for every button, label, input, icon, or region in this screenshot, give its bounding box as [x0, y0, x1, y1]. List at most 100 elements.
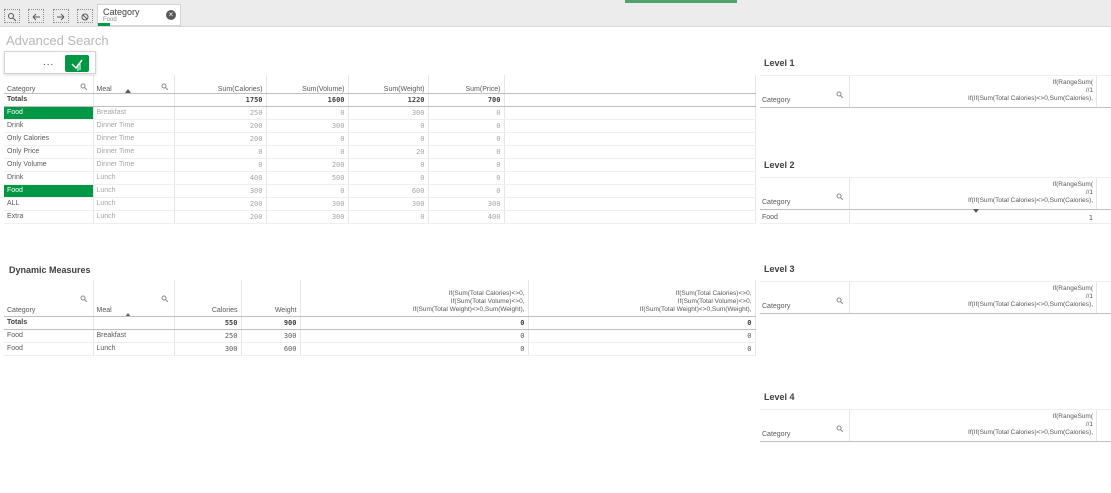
meal-cell[interactable]: Lunch — [93, 171, 175, 185]
column-divider — [849, 76, 850, 107]
value-cell: 600 — [241, 342, 301, 356]
category-cell[interactable]: Food — [4, 342, 94, 356]
table-row[interactable]: Only Volume Dinner Time 0 200 0 0 — [4, 158, 756, 172]
table-row[interactable]: ALL Lunch 200 300 300 300 — [4, 197, 756, 211]
meal-cell[interactable]: Breakfast — [93, 106, 175, 120]
value-cell: 0 — [348, 210, 429, 224]
column-header-category[interactable]: Category — [762, 431, 790, 438]
column-header-category[interactable]: Category — [762, 97, 790, 104]
step-back-icon[interactable] — [28, 9, 44, 23]
column-header-label: Category — [7, 85, 36, 93]
column-divider — [849, 410, 850, 441]
category-cell[interactable]: Food — [4, 106, 94, 120]
search-icon[interactable] — [80, 83, 87, 90]
selection-chip-bar — [98, 23, 110, 26]
column-header-expression[interactable]: If(RangeSum(//1 If(If(Sum(Total Calories)… — [968, 79, 1093, 103]
table-row[interactable]: Drink Dinner Time 200 300 0 0 — [4, 119, 756, 133]
table-row[interactable]: Food Lunch 300 0 600 0 — [4, 184, 756, 198]
table-row[interactable]: Food Breakfast 250 300 0 0 — [4, 329, 756, 343]
table-row[interactable]: Only Price Dinner Time 0 0 20 0 — [4, 145, 756, 159]
category-cell[interactable]: Only Calories — [4, 132, 94, 146]
category-cell[interactable]: Food — [762, 214, 778, 221]
clear-selections-icon[interactable] — [77, 9, 93, 23]
meal-cell[interactable]: Dinner Time — [93, 158, 175, 172]
column-header-meal[interactable]: Meal — [93, 75, 175, 94]
value-cell: 400 — [174, 171, 267, 185]
category-cell[interactable]: Drink — [4, 119, 94, 133]
column-header-expression-1[interactable]: If(Sum(Total Calories)<>0, If(Sum(Total … — [300, 280, 529, 317]
value-cell: 300 — [266, 210, 349, 224]
expression-line: If(Sum(Total Calories)<>0, — [448, 289, 525, 297]
column-header-expression-2[interactable]: If(Sum(Total Calories)<>0, If(Sum(Total … — [528, 280, 756, 317]
search-icon[interactable] — [836, 425, 843, 432]
category-cell[interactable]: ALL — [4, 197, 94, 211]
column-header-sum-volume[interactable]: Sum(Volume) — [266, 75, 349, 94]
column-header-category[interactable]: Category — [4, 75, 94, 94]
column-header-sum-weight[interactable]: Sum(Weight) — [348, 75, 429, 94]
value-cell: 200 — [174, 119, 267, 133]
search-icon[interactable] — [836, 193, 843, 200]
column-header-meal[interactable]: Meal — [93, 280, 175, 317]
column-header-sum-calories[interactable]: Sum(Calories) — [174, 75, 267, 94]
value-cell: 0 — [428, 158, 505, 172]
meal-cell[interactable]: Dinner Time — [93, 145, 175, 159]
category-cell[interactable]: Drink — [4, 171, 94, 185]
selection-chip-field: Category — [103, 7, 140, 17]
table-row[interactable]: Food Breakfast 250 0 300 0 — [4, 106, 756, 120]
selection-chip-category[interactable]: Category Food × — [97, 4, 181, 26]
category-cell[interactable]: Only Price — [4, 145, 94, 159]
value-cell: 0 — [428, 106, 505, 120]
more-options-icon[interactable]: ... — [43, 57, 54, 68]
totals-row: Totals 550 900 0 0 — [4, 316, 756, 330]
column-header-expression[interactable]: If(RangeSum(//1 If(If(Sum(Total Calories)… — [968, 181, 1093, 205]
meal-cell[interactable]: Lunch — [93, 210, 175, 224]
table-row[interactable]: Food Lunch 300 600 0 0 — [4, 342, 756, 356]
value-cell: 200 — [266, 158, 349, 172]
level-title: Level 1 — [764, 58, 795, 68]
column-header-category[interactable]: Category — [762, 199, 790, 206]
active-tab-indicator — [625, 0, 737, 3]
column-header-expression[interactable]: If(RangeSum(//1 If(If(Sum(Total Calories)… — [968, 285, 1093, 309]
category-cell[interactable]: Extra — [4, 210, 94, 224]
table-row[interactable]: Food 1 — [760, 209, 1111, 224]
category-cell[interactable]: Only Volume — [4, 158, 94, 172]
value-cell: 0 — [528, 329, 756, 343]
expression-line: If(If(Sum(Total Calories)<>0,Sum(Calorie… — [968, 429, 1093, 436]
smart-search-icon[interactable] — [4, 9, 20, 23]
category-cell[interactable]: Food — [4, 184, 94, 198]
column-header-sum-price[interactable]: Sum(Price) — [428, 75, 505, 94]
column-header-category[interactable]: Category — [762, 303, 790, 310]
search-icon[interactable] — [161, 83, 168, 90]
meal-cell[interactable]: Lunch — [93, 342, 175, 356]
expression-line: If(RangeSum( — [1052, 285, 1093, 292]
search-icon[interactable] — [161, 295, 168, 302]
table-row[interactable]: Only Calories Dinner Time 200 0 0 0 — [4, 132, 756, 146]
meal-cell[interactable]: Breakfast — [93, 329, 175, 343]
expression-line: If(Sum(Total Weight)<>0,Sum(Weight), — [412, 305, 525, 313]
value-cell: 0 — [174, 145, 267, 159]
search-icon[interactable] — [80, 295, 87, 302]
step-forward-icon[interactable] — [53, 9, 69, 23]
column-header-category[interactable]: Category — [4, 280, 94, 317]
expression-line: If(Sum(Total Volume)<>0, — [677, 297, 752, 305]
column-header-expression[interactable]: If(RangeSum(//1 If(If(Sum(Total Calories)… — [968, 413, 1093, 437]
confirm-selection-button[interactable] — [65, 55, 89, 72]
column-header-weight[interactable]: Weight — [241, 280, 301, 317]
value-cell: 0 — [428, 184, 505, 198]
meal-cell[interactable]: Dinner Time — [93, 132, 175, 146]
expression-line: If(If(Sum(Total Calories)<>0,Sum(Calorie… — [968, 301, 1093, 308]
search-icon[interactable] — [836, 297, 843, 304]
expression-line: //1 — [1085, 421, 1093, 428]
meal-cell[interactable]: Lunch — [93, 184, 175, 198]
value-cell: 0 — [266, 184, 349, 198]
search-icon[interactable] — [836, 91, 843, 98]
meal-cell[interactable]: Lunch — [93, 197, 175, 211]
value-cell: 0 — [266, 145, 349, 159]
column-header-calories[interactable]: Calories — [174, 280, 242, 317]
table-row[interactable]: Extra Lunch 200 300 0 400 — [4, 210, 756, 224]
close-icon[interactable]: × — [166, 10, 176, 20]
meal-cell[interactable]: Dinner Time — [93, 119, 175, 133]
level-header: Category If(RangeSum(//1 If(If(Sum(Total C… — [760, 281, 1111, 314]
table-row[interactable]: Drink Lunch 400 500 0 0 — [4, 171, 756, 185]
category-cell[interactable]: Food — [4, 329, 94, 343]
